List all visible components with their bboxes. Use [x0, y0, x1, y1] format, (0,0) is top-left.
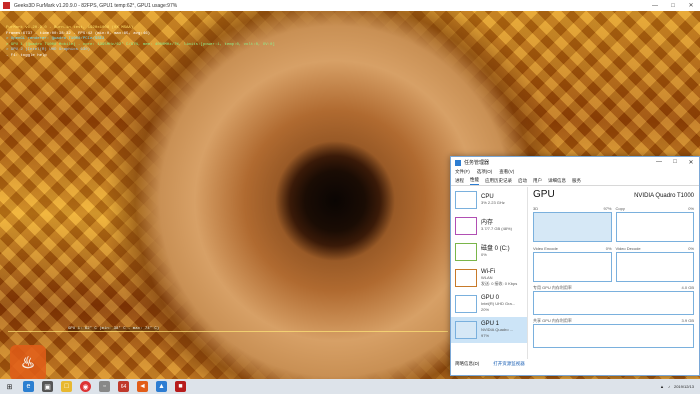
resource-monitor-link[interactable]: 打开资源监视器	[493, 361, 525, 367]
store-icon[interactable]: ▣	[42, 381, 53, 392]
resource-disk[interactable]: 磁盘 0 (C:) 0%	[451, 239, 527, 265]
windows-icon[interactable]: ⊞	[4, 381, 15, 392]
dedicated-memory-chart	[533, 291, 694, 315]
cpu-thumbnail	[455, 191, 477, 209]
menu-view[interactable]: 查看(V)	[499, 169, 514, 175]
system-tray: ▲ ♪ 2019/12/13	[660, 384, 700, 389]
resource-list: CPU 3% 2.23 GHz 内存 3.7/7.7 GB (48%) 磁盘 0 (…	[451, 187, 528, 359]
maximize-icon[interactable]: □	[667, 159, 683, 166]
hud-line: - F1: toggle help	[6, 53, 47, 58]
engine-graph-video-decode: Video Decode 0%	[615, 246, 694, 282]
gpu-model: NVIDIA Quadro T1000	[634, 193, 694, 199]
dedicated-memory-graph: 专用 GPU 内存利用率 4.0 GB	[533, 285, 694, 315]
aida64-label: 64	[120, 383, 127, 390]
fewer-details-link[interactable]: 简略信息(D)	[455, 361, 479, 367]
gpu-heading: GPU	[533, 189, 555, 200]
close-icon[interactable]: ✕	[682, 0, 700, 11]
furmark-logo-glyph: ♨	[20, 355, 36, 372]
resource-value: 3% 2.23 GHz	[481, 200, 505, 205]
furmark-title-text: Geeks3D FurMark v1.20.9.0 - 82FPS, GPU1 …	[14, 2, 178, 9]
shared-memory-chart	[533, 324, 694, 348]
maximize-icon[interactable]: □	[664, 0, 682, 11]
memory-thumbnail	[455, 217, 477, 235]
tray-volume-icon[interactable]: ♪	[668, 384, 670, 389]
tab-users[interactable]: 用户	[533, 178, 542, 185]
tab-performance[interactable]: 性能	[470, 177, 479, 185]
shared-memory-label: 共享 GPU 内存利用率	[533, 318, 572, 323]
tab-details[interactable]: 详细信息	[548, 178, 566, 185]
wifi-thumbnail	[455, 269, 477, 287]
furmark-icon[interactable]: ◄	[137, 381, 148, 392]
furmark-logo-icon: ♨	[10, 345, 46, 379]
tab-bar: 进程 性能 应用历史记录 启动 用户 详细信息 服务	[451, 176, 699, 186]
task-manager-title: 任务管理器	[464, 160, 490, 166]
resource-value: Intel(R) UHD Gra...	[481, 301, 516, 307]
resource-value: 97%	[481, 332, 490, 338]
gpu-detail-panel: GPU NVIDIA Quadro T1000 3D 97% Copy 0% Vid…	[528, 187, 699, 359]
menu-options[interactable]: 选项(O)	[477, 169, 493, 175]
shared-memory-graph: 共享 GPU 内存利用率 3.9 GB	[533, 318, 694, 348]
resource-value: 20%	[481, 306, 490, 312]
engine-graph-video-encode: Video Encode 0%	[533, 246, 612, 282]
resource-value: 0%	[481, 252, 487, 257]
menu-file[interactable]: 文件(F)	[455, 169, 470, 175]
engine-chart	[533, 212, 612, 242]
resource-cpu[interactable]: CPU 3% 2.23 GHz	[451, 187, 527, 213]
aida64-icon[interactable]: 64	[118, 381, 129, 392]
task-manager-titlebar[interactable]: 任务管理器 — □ ✕	[451, 157, 699, 168]
resource-wifi[interactable]: Wi-Fi WLAN 发送: 0 接收: 0 Kbps	[451, 265, 527, 291]
resource-value: 发送: 0 接收: 0 Kbps	[481, 280, 518, 286]
close-icon[interactable]: ✕	[683, 159, 699, 166]
temperature-graph: GPU 1: 62° C (min: 38° C - max: 74° C)	[8, 327, 448, 372]
task-manager-icon	[455, 159, 461, 166]
task-manager-window: 任务管理器 — □ ✕ 文件(F) 选项(O) 查看(V) 进程 性能 应用历史…	[450, 156, 700, 376]
taskmgr-icon[interactable]: ▲	[156, 381, 167, 392]
shared-memory-max: 3.9 GB	[681, 318, 694, 323]
resource-value: NVIDIA Quadro ...	[481, 327, 514, 333]
clock[interactable]: 2019/12/13	[674, 384, 694, 389]
minimize-icon[interactable]: —	[651, 159, 667, 166]
taskbar: ⊞ e ▣ □ ◉ ▫ 64 ◄ ▲ ■ ▲ ♪ 2019/12/13	[0, 379, 700, 394]
engine-chart	[615, 212, 694, 242]
dedicated-memory-label: 专用 GPU 内存利用率	[533, 285, 572, 290]
minimize-icon[interactable]: —	[646, 0, 664, 11]
tab-app-history[interactable]: 应用历史记录	[485, 178, 512, 185]
gpu1-thumbnail	[455, 321, 477, 339]
menu-bar: 文件(F) 选项(O) 查看(V)	[451, 168, 699, 176]
watermark: PConline	[592, 356, 662, 373]
resource-value: 3.7/7.7 GB (48%)	[481, 226, 512, 231]
disk-thumbnail	[455, 243, 477, 261]
clock-date: 2019/12/13	[673, 384, 694, 389]
gpuz-icon[interactable]: ■	[175, 381, 186, 392]
engine-chart	[615, 252, 694, 282]
tab-services[interactable]: 服务	[572, 178, 581, 185]
resource-gpu1[interactable]: GPU 1 NVIDIA Quadro ... 97%	[451, 317, 527, 343]
engine-chart	[533, 252, 612, 282]
task-manager-footer: 简略信息(D) 打开资源监视器	[455, 361, 525, 367]
tab-processes[interactable]: 进程	[455, 178, 464, 185]
explorer-icon[interactable]: □	[61, 381, 72, 392]
tray-network-icon[interactable]: ▲	[660, 384, 664, 389]
gpu0-thumbnail	[455, 295, 477, 313]
engine-graph-3d: 3D 97%	[533, 206, 612, 242]
resource-memory[interactable]: 内存 3.7/7.7 GB (48%)	[451, 213, 527, 239]
app-icon[interactable]: ▫	[99, 381, 110, 392]
engine-graph-copy: Copy 0%	[615, 206, 694, 242]
furmark-hud: FurMark v1.20.9.0 - Burn-in test, 1920x1…	[6, 26, 275, 60]
temperature-graph-label: GPU 1: 62° C (min: 38° C - max: 74° C)	[68, 327, 160, 331]
edge-icon[interactable]: e	[23, 381, 34, 392]
resource-gpu0[interactable]: GPU 0 Intel(R) UHD Gra... 20%	[451, 291, 527, 317]
furmark-app-icon	[3, 2, 10, 9]
dedicated-memory-max: 4.0 GB	[681, 285, 694, 290]
chrome-icon[interactable]: ◉	[80, 381, 91, 392]
tab-startup[interactable]: 启动	[518, 178, 527, 185]
